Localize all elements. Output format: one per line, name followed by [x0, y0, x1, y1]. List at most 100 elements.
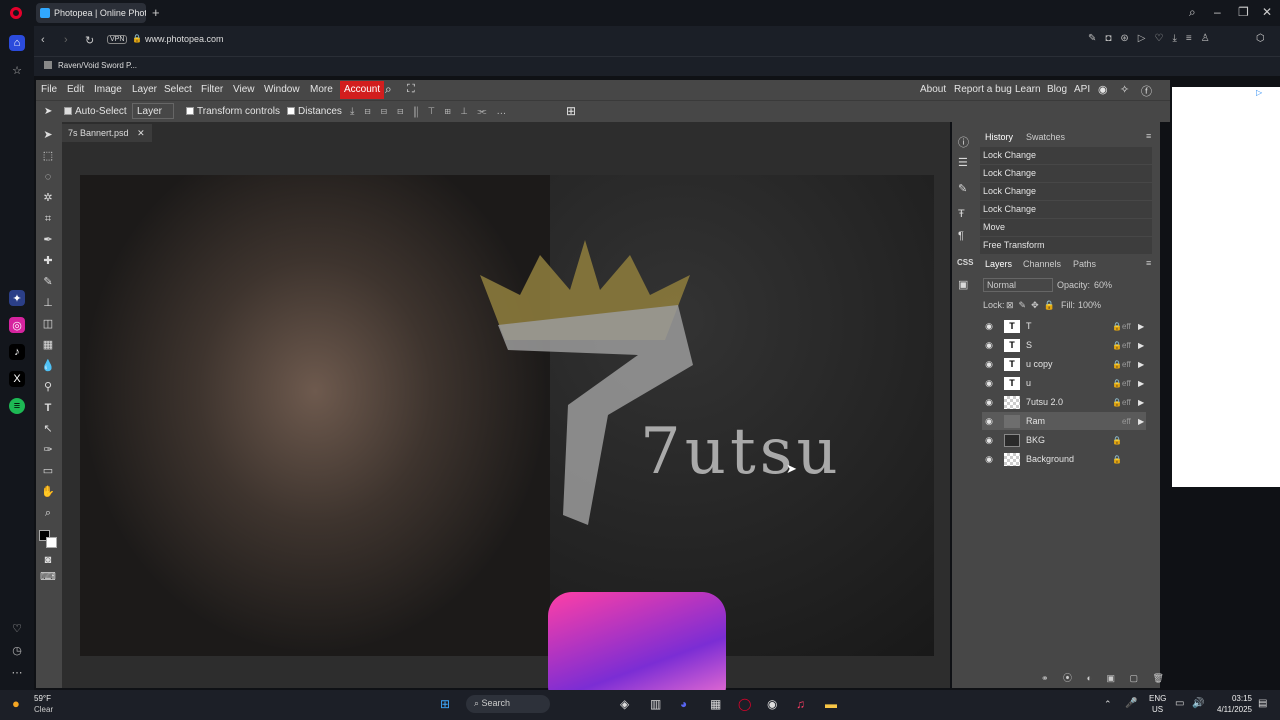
ad-choices-icon[interactable]: ▷ — [1256, 88, 1262, 97]
visibility-eye-icon[interactable]: ◉ — [982, 378, 996, 389]
fullscreen-icon[interactable]: ⛶ — [407, 83, 415, 96]
type-tool-icon[interactable]: T — [40, 401, 56, 415]
weather-desc[interactable]: Clear — [34, 705, 53, 714]
bookmark-raven[interactable]: Raven/Void Sword P... — [58, 61, 137, 70]
tab-paths[interactable]: Paths — [1073, 259, 1096, 269]
menu-image[interactable]: Image — [94, 84, 122, 95]
effects-label[interactable]: eff — [1122, 398, 1138, 407]
brush-settings-icon[interactable]: ✎ — [958, 182, 967, 195]
gradient-tool-icon[interactable]: ▦ — [40, 338, 56, 352]
tab-swatches[interactable]: Swatches — [1026, 132, 1065, 142]
distances-checkbox[interactable]: Distances — [287, 106, 342, 117]
dodge-tool-icon[interactable]: ⚲ — [40, 380, 56, 394]
opera-logo-icon[interactable] — [10, 7, 22, 19]
eraser-tool-icon[interactable]: ◫ — [40, 317, 56, 331]
home-icon[interactable]: ⌂ — [9, 35, 25, 51]
volume-icon[interactable]: 🔊 — [1192, 698, 1204, 709]
back-icon[interactable]: ‹ — [41, 34, 45, 46]
layer-row[interactable]: ◉ T S 🔒 eff ▶ — [982, 336, 1146, 354]
effects-label[interactable]: eff — [1122, 322, 1138, 331]
opera-taskbar-icon[interactable]: ◯ — [738, 697, 751, 711]
close-window-icon[interactable]: ✕ — [1262, 5, 1272, 19]
advertisement-panel[interactable] — [1172, 87, 1280, 487]
layers-menu-icon[interactable]: ≡ — [1146, 258, 1151, 268]
crop-tool-icon[interactable]: ⌗ — [40, 212, 56, 226]
itunes-icon[interactable]: ♫ — [796, 697, 805, 711]
layer-row[interactable]: ◉ BKG 🔒 — [982, 431, 1146, 449]
move-tool-options-icon[interactable]: ➤ — [44, 106, 52, 117]
effects-label[interactable]: eff — [1122, 417, 1138, 426]
paragraph-icon[interactable]: ¶ — [958, 230, 964, 242]
star-icon[interactable]: ☆ — [9, 62, 25, 78]
menu-report-bug[interactable]: Report a bug — [954, 84, 1012, 95]
zoom-tool-icon[interactable]: ⌕ — [40, 506, 56, 520]
clone-stamp-tool-icon[interactable]: ⊥ — [40, 296, 56, 310]
file-explorer-icon[interactable]: ▬ — [825, 697, 837, 711]
panel-menu-icon[interactable]: ≡ — [1146, 131, 1151, 141]
visibility-eye-icon[interactable]: ◉ — [982, 435, 996, 446]
effects-label[interactable]: eff — [1122, 360, 1138, 369]
search-tabs-icon[interactable]: ⌕ — [1189, 5, 1196, 20]
hand-tool-icon[interactable]: ✋ — [40, 485, 56, 499]
history-entry[interactable]: Lock Change — [980, 201, 1152, 218]
background-color-swatch[interactable] — [46, 537, 57, 548]
layer-row-selected[interactable]: ◉ Ram eff ▶ — [982, 412, 1146, 430]
lang-us[interactable]: US — [1152, 705, 1163, 714]
opacity-value[interactable]: 60% — [1094, 280, 1112, 290]
properties-icon[interactable]: ☰ — [958, 156, 968, 169]
close-document-icon[interactable]: ✕ — [137, 128, 145, 138]
auto-select-checkbox[interactable]: Auto-Select — [64, 106, 127, 117]
menu-view[interactable]: View — [233, 84, 255, 95]
lasso-tool-icon[interactable]: ◌ — [40, 170, 56, 184]
menu-blog[interactable]: Blog — [1047, 84, 1067, 95]
facebook-icon[interactable]: ⓕ — [1141, 83, 1152, 99]
menu-edit[interactable]: Edit — [67, 84, 84, 95]
layer-row[interactable]: ◉ 7utsu 2.0 🔒 eff ▶ — [982, 393, 1146, 411]
menu-learn[interactable]: Learn — [1015, 84, 1041, 95]
expand-arrow-icon[interactable]: ▶ — [1138, 322, 1146, 331]
shape-tool-icon[interactable]: ▭ — [40, 464, 56, 478]
menu-more[interactable]: More — [310, 84, 333, 95]
fill-value[interactable]: 100% — [1078, 300, 1101, 310]
layer-row[interactable]: ◉ T T 🔒 eff ▶ — [982, 317, 1146, 335]
history-icon[interactable]: ◷ — [9, 642, 25, 658]
twitter-icon[interactable]: ✧ — [1120, 83, 1129, 96]
layer-bottom-icons[interactable]: ⚭ ⦿ ◐ ▣ ▢ 🗑 — [1041, 671, 1170, 684]
layer-row[interactable]: ◉ T u copy 🔒 eff ▶ — [982, 355, 1146, 373]
grid-icon[interactable]: ⊞ — [566, 104, 576, 118]
tray-arrow-icon[interactable]: ⌃ — [1104, 699, 1112, 710]
reddit-icon[interactable]: ◉ — [1098, 83, 1108, 96]
windows-start-icon[interactable]: ⊞ — [440, 697, 450, 711]
expand-arrow-icon[interactable]: ▶ — [1138, 341, 1146, 350]
app-icon[interactable]: ✦ — [9, 290, 25, 306]
menu-file[interactable]: File — [41, 84, 57, 95]
maximize-icon[interactable]: ❐ — [1238, 5, 1249, 19]
character-icon[interactable]: Ŧ — [958, 208, 965, 220]
image-icon[interactable]: ▣ — [958, 278, 968, 291]
menu-filter[interactable]: Filter — [201, 84, 223, 95]
effects-label[interactable]: eff — [1122, 379, 1138, 388]
notifications-icon[interactable]: ▤ — [1258, 698, 1267, 709]
browser-tab-photopea[interactable]: Photopea | Online Photo ✕ — [36, 3, 146, 23]
layer-row[interactable]: ◉ T u 🔒 eff ▶ — [982, 374, 1146, 392]
minimize-icon[interactable]: – — [1214, 5, 1221, 19]
expand-arrow-icon[interactable]: ▶ — [1138, 360, 1146, 369]
new-tab-button[interactable]: + — [152, 5, 160, 20]
vpn-badge[interactable]: VPN — [107, 35, 128, 44]
history-entry[interactable]: Lock Change — [980, 183, 1152, 200]
lock-options-icons[interactable]: ⊠✎✥🔒 — [1006, 300, 1060, 311]
discord-icon[interactable]: ◕ — [680, 697, 687, 711]
app-icon[interactable]: ▦ — [710, 697, 721, 711]
spotify-icon[interactable]: ≡ — [9, 398, 25, 414]
history-entry[interactable]: Lock Change — [980, 165, 1152, 182]
toolbar-icons[interactable]: ✎◘⊛▷♡⤓≡♙ — [1088, 33, 1219, 44]
pen-tool-icon[interactable]: ✑ — [40, 443, 56, 457]
menu-about[interactable]: About — [920, 84, 946, 95]
tab-history[interactable]: History — [985, 132, 1013, 142]
visibility-eye-icon[interactable]: ◉ — [982, 397, 996, 408]
visibility-eye-icon[interactable]: ◉ — [982, 321, 996, 332]
heart-icon[interactable]: ♡ — [9, 620, 25, 636]
weather-temp[interactable]: 59°F — [34, 694, 51, 703]
visibility-eye-icon[interactable]: ◉ — [982, 359, 996, 370]
eyedropper-tool-icon[interactable]: ✒ — [40, 233, 56, 247]
